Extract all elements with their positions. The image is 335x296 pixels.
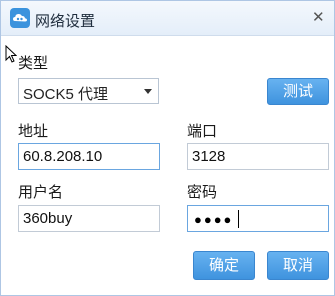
title-bar: 网络设置 ✕ xyxy=(1,1,334,36)
network-settings-dialog: 网络设置 ✕ 类型 SOCK5 代理 测试 地址 60.8.208.10 端口 … xyxy=(0,0,335,296)
mouse-cursor-icon xyxy=(5,44,18,68)
address-label: 地址 xyxy=(18,123,49,140)
password-input[interactable]: ●●●● xyxy=(187,205,329,232)
proxy-type-value: SOCK5 代理 xyxy=(23,86,109,103)
username-label: 用户名 xyxy=(18,184,64,201)
address-value: 60.8.208.10 xyxy=(23,148,103,165)
app-cloud-icon xyxy=(10,8,30,28)
port-value: 3128 xyxy=(192,148,226,165)
text-caret xyxy=(238,210,239,228)
username-value: 360buy xyxy=(23,210,73,227)
window-title: 网络设置 xyxy=(35,13,96,30)
username-input[interactable]: 360buy xyxy=(18,205,160,232)
ok-button[interactable]: 确定 xyxy=(193,251,255,280)
cancel-button[interactable]: 取消 xyxy=(267,251,329,280)
close-icon[interactable]: ✕ xyxy=(312,8,325,26)
password-masked-value: ●●●● xyxy=(194,212,234,227)
port-input[interactable]: 3128 xyxy=(187,143,329,170)
address-input[interactable]: 60.8.208.10 xyxy=(18,143,160,170)
test-button[interactable]: 测试 xyxy=(267,78,329,105)
port-label: 端口 xyxy=(187,123,218,140)
proxy-type-select[interactable]: SOCK5 代理 xyxy=(18,78,159,104)
type-label: 类型 xyxy=(18,55,49,72)
password-label: 密码 xyxy=(187,184,218,201)
chevron-down-icon xyxy=(144,89,152,94)
